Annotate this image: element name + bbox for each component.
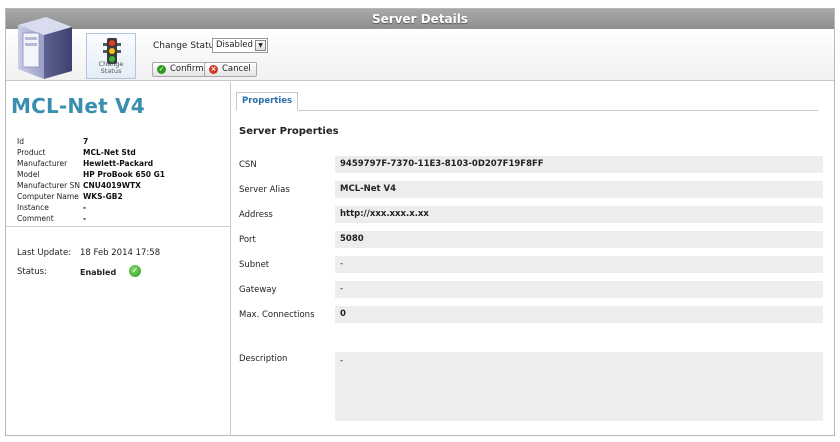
checkmark-icon: ✓ xyxy=(129,265,141,277)
info-value: - xyxy=(83,214,87,223)
cancel-button[interactable]: × Cancel xyxy=(204,62,257,77)
info-value: CNU4019WTX xyxy=(83,181,141,190)
prop-label-subnet: Subnet xyxy=(239,260,270,270)
prop-label-port: Port xyxy=(239,235,256,245)
toolbar: Change Status Change Status Disabled ▼ ✓… xyxy=(6,17,834,81)
change-status-tile[interactable]: Change Status xyxy=(86,33,136,79)
change-status-tile-label: Change Status xyxy=(87,61,135,75)
info-value: MCL-Net Std xyxy=(83,148,136,157)
prop-value-server-alias: MCL-Net V4 xyxy=(335,181,823,198)
status-select[interactable]: Disabled ▼ xyxy=(212,38,268,53)
info-row-product: Product MCL-Net Std xyxy=(17,148,227,159)
info-value: - xyxy=(83,203,87,212)
info-value: HP ProBook 650 G1 xyxy=(83,170,165,179)
change-status-label: Change Status xyxy=(153,41,219,51)
checkmark-icon: ✓ xyxy=(157,65,166,74)
info-row-instance: Instance - xyxy=(17,203,227,214)
prop-label-address: Address xyxy=(239,210,273,220)
section-title: Server Properties xyxy=(239,126,339,137)
cancel-x-icon: × xyxy=(209,65,218,74)
info-row-id: Id 7 xyxy=(17,137,227,148)
info-key: Id xyxy=(17,137,24,146)
prop-value-port: 5080 xyxy=(335,231,823,248)
prop-value-csn: 9459797F-7370-11E3-8103-0D207F19F8FF xyxy=(335,156,823,173)
last-update-label: Last Update: xyxy=(17,248,72,258)
divider xyxy=(6,226,230,227)
prop-label-server-alias: Server Alias xyxy=(239,185,290,195)
prop-label-csn: CSN xyxy=(239,160,257,170)
chevron-down-icon[interactable]: ▼ xyxy=(255,40,266,51)
prop-value-description: - xyxy=(335,352,823,421)
server-icon xyxy=(18,17,72,79)
prop-label-gateway: Gateway xyxy=(239,285,277,295)
info-row-computer-name: Computer Name WKS-GB2 xyxy=(17,192,227,203)
info-row-comment: Comment - xyxy=(17,214,227,225)
status-label: Status: xyxy=(17,267,47,277)
window-title: Server Details xyxy=(6,9,834,29)
info-key: Manufacturer xyxy=(17,159,68,168)
tabs-bar: Properties xyxy=(236,92,818,111)
info-value: WKS-GB2 xyxy=(83,192,123,201)
info-row-model: Model HP ProBook 650 G1 xyxy=(17,170,227,181)
prop-value-address: http://xxx.xxx.x.xx xyxy=(335,206,823,223)
info-key: Instance xyxy=(17,203,49,212)
info-key: Comment xyxy=(17,214,54,223)
prop-value-max-connections: 0 xyxy=(335,306,823,323)
prop-label-max-connections: Max. Connections xyxy=(239,310,315,320)
summary-panel: MCL-Net V4 Id 7 Product MCL-Net Std Manu… xyxy=(6,82,231,436)
info-key: Product xyxy=(17,148,46,157)
prop-value-subnet: - xyxy=(335,256,823,273)
cancel-button-label: Cancel xyxy=(222,64,251,74)
tile-label-line2: Status xyxy=(100,67,122,75)
info-row-manufacturer-sn: Manufacturer SN CNU4019WTX xyxy=(17,181,227,192)
details-panel: Properties Server Properties CSN 9459797… xyxy=(232,82,834,436)
confirm-button-label: Confirm xyxy=(170,64,204,74)
server-details-window: Server Details Change Status Change Stat… xyxy=(5,8,835,436)
tab-properties[interactable]: Properties xyxy=(236,92,299,111)
info-row-manufacturer: Manufacturer Hewlett-Packard xyxy=(17,159,227,170)
prop-label-description: Description xyxy=(239,354,288,364)
info-key: Computer Name xyxy=(17,192,79,201)
info-value: Hewlett-Packard xyxy=(83,159,154,168)
info-key: Model xyxy=(17,170,40,179)
status-value: Enabled xyxy=(80,268,117,277)
last-update-value: 18 Feb 2014 17:58 xyxy=(80,248,161,258)
confirm-button[interactable]: ✓ Confirm xyxy=(152,62,210,77)
prop-value-gateway: - xyxy=(335,281,823,298)
status-select-value: Disabled xyxy=(216,40,253,50)
page-title: MCL-Net V4 xyxy=(11,94,145,118)
info-value: 7 xyxy=(83,137,89,146)
info-key: Manufacturer SN xyxy=(17,181,80,190)
